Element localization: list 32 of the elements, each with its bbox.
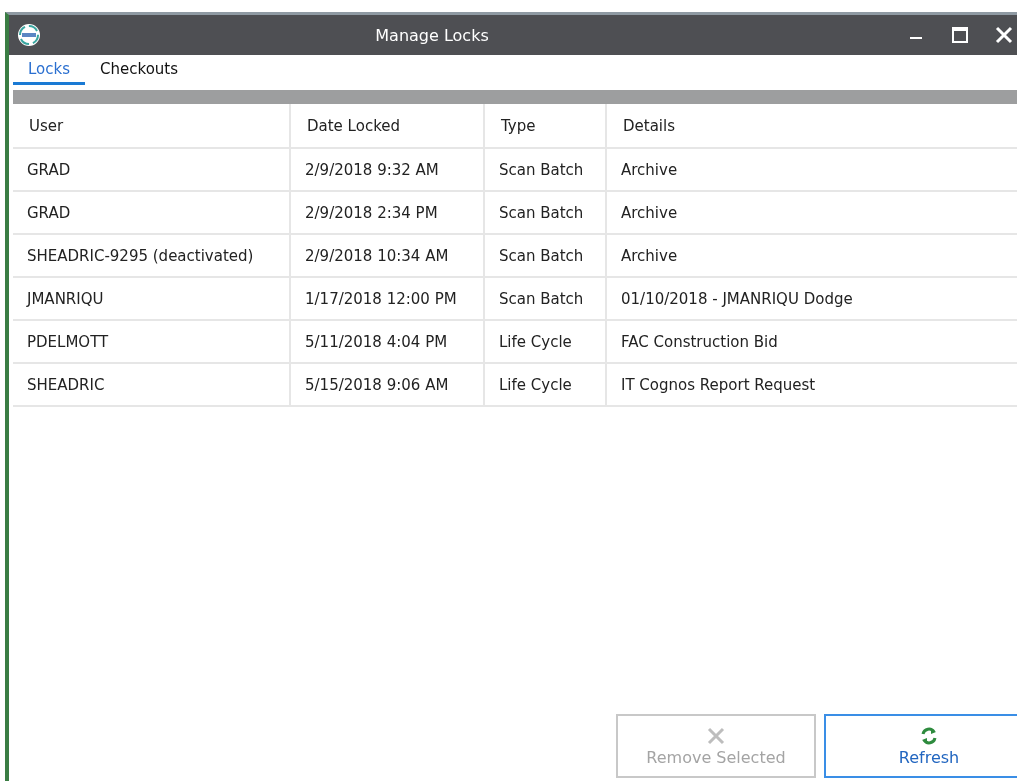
- column-header[interactable]: Type: [484, 104, 606, 148]
- tab[interactable]: Checkouts: [85, 59, 194, 85]
- table-cell: Scan Batch: [484, 148, 606, 191]
- window-title: Manage Locks: [374, 25, 490, 45]
- table-cell: GRAD: [13, 148, 290, 191]
- refresh-button[interactable]: Refresh: [824, 714, 1017, 778]
- tab[interactable]: Locks: [13, 59, 86, 85]
- table-cell: Archive: [606, 234, 1017, 277]
- column-header[interactable]: Details: [606, 104, 1017, 148]
- table-cell: JMANRIQU: [13, 277, 290, 320]
- table-cell: FAC Construction Bid: [606, 320, 1017, 363]
- table-cell: Life Cycle: [484, 320, 606, 363]
- table-cell: GRAD: [13, 191, 290, 234]
- table-cell: SHEADRIC-9295 (deactivated): [13, 234, 290, 277]
- table-cell: 5/15/2018 9:06 AM: [290, 363, 484, 406]
- table-cell: Archive: [606, 191, 1017, 234]
- table-cell: Scan Batch: [484, 191, 606, 234]
- table-cell: 1/17/2018 12:00 PM: [290, 277, 484, 320]
- table-cell: Archive: [606, 148, 1017, 191]
- table-cell: Scan Batch: [484, 277, 606, 320]
- table-cell: SHEADRIC: [13, 363, 290, 406]
- table-cell: 2/9/2018 10:34 AM: [290, 234, 484, 277]
- table-cell: 01/10/2018 - JMANRIQU Dodge: [606, 277, 1017, 320]
- table-cell: Life Cycle: [484, 363, 606, 406]
- table-cell: 5/11/2018 4:04 PM: [290, 320, 484, 363]
- table-cell: 2/9/2018 9:32 AM: [290, 148, 484, 191]
- table-cell: 2/9/2018 2:34 PM: [290, 191, 484, 234]
- table-cell: PDELMOTT: [13, 320, 290, 363]
- table-cell: Scan Batch: [484, 234, 606, 277]
- column-header[interactable]: Date Locked: [290, 104, 484, 148]
- table-cell: IT Cognos Report Request: [606, 363, 1017, 406]
- column-header[interactable]: User: [13, 104, 290, 148]
